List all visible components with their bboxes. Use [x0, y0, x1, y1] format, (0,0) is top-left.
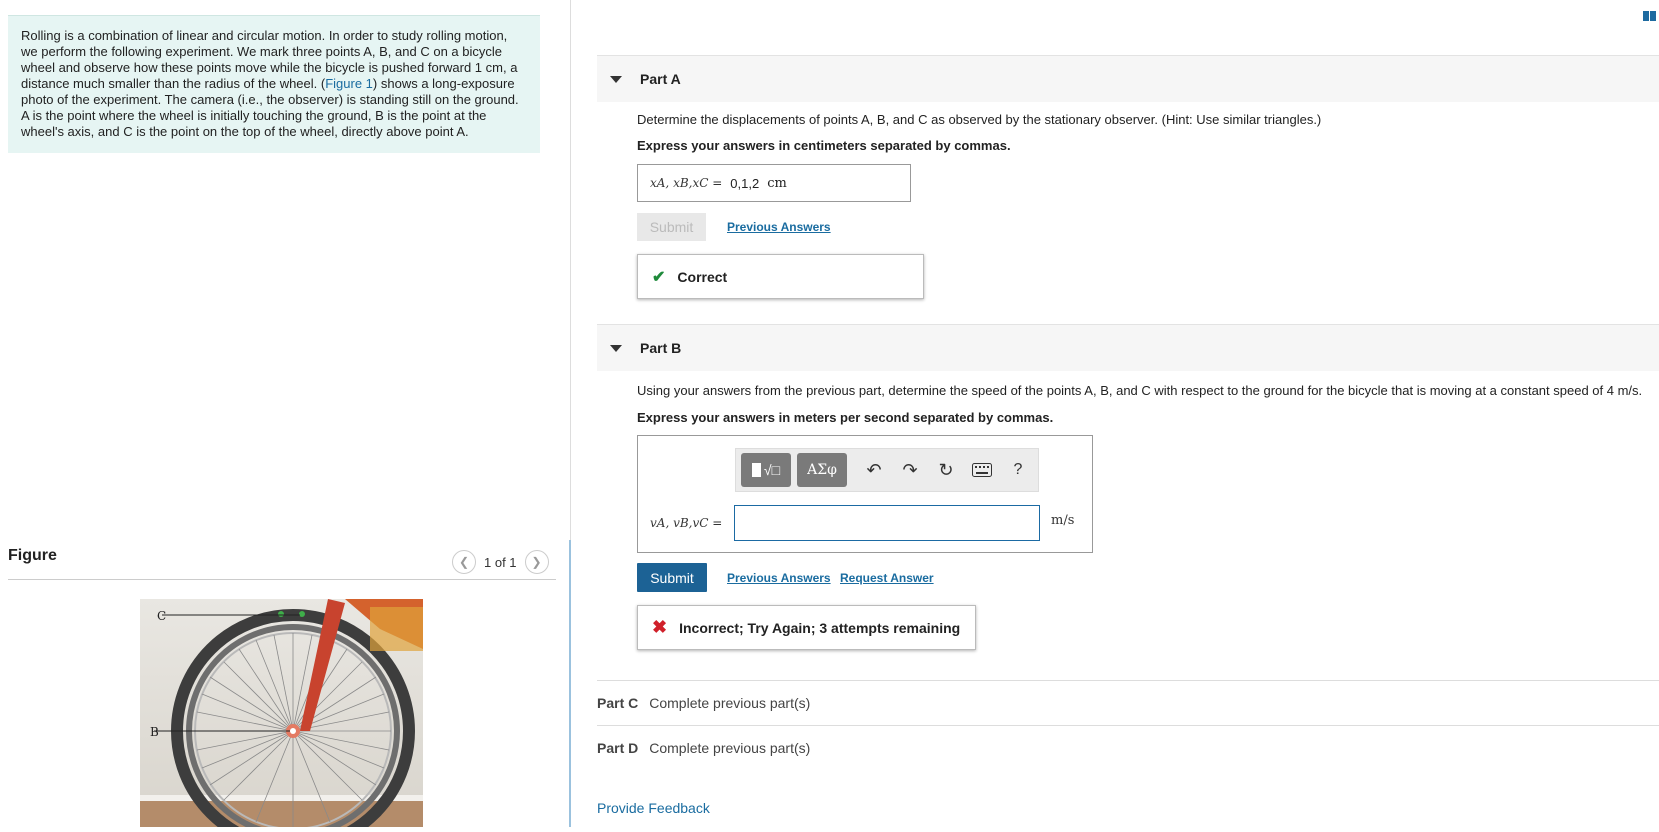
problem-pane: Rolling is a combination of linear and c… — [0, 0, 570, 832]
figure-page-indicator: 1 of 1 — [484, 554, 517, 570]
next-figure-button[interactable]: ❯ — [524, 550, 549, 574]
part-a-unit: cm — [767, 175, 787, 191]
book-icon[interactable] — [1643, 11, 1657, 21]
part-a-title: Part A — [640, 71, 681, 87]
templates-label: √□ — [763, 462, 781, 478]
figure-pager: ❮ 1 of 1 ❯ — [452, 550, 549, 574]
part-a-header[interactable]: Part A — [597, 55, 1659, 102]
part-b-unit: m/s — [1051, 513, 1075, 528]
redo-icon[interactable]: ↷ — [895, 453, 925, 487]
part-a-previous-answers-link[interactable]: Previous Answers — [727, 220, 831, 234]
part-a-feedback: ✔ Correct — [637, 254, 924, 299]
x-icon: ✖ — [652, 617, 668, 637]
part-c-label: Part C — [597, 695, 639, 711]
part-d-status: Complete previous part(s) — [649, 740, 811, 756]
part-d-label: Part D — [597, 740, 639, 756]
figure-link[interactable]: Figure 1 — [325, 76, 373, 91]
collapse-triangle-icon — [610, 344, 622, 352]
part-a-answer-lhs: xA, xB,xC = — [650, 176, 723, 190]
provide-feedback-link[interactable]: Provide Feedback — [597, 800, 710, 816]
templates-button[interactable]: √□ — [741, 453, 791, 487]
part-b-previous-answers-link[interactable]: Previous Answers — [727, 571, 831, 585]
collapse-triangle-icon — [610, 75, 622, 83]
part-a-answer-value: 0,1,2 — [730, 175, 760, 191]
part-d-row[interactable]: Part D Complete previous part(s) — [597, 725, 1659, 770]
part-a-answer-field: xA, xB,xC = 0,1,2 cm — [637, 164, 911, 202]
template-block-icon — [751, 463, 761, 477]
prev-figure-button[interactable]: ❮ — [452, 550, 476, 574]
part-c-row[interactable]: Part C Complete previous part(s) — [597, 680, 1659, 725]
point-b-label: B — [150, 725, 159, 739]
part-a-submit-button[interactable]: Submit — [637, 213, 706, 241]
figure-title: Figure — [8, 547, 57, 564]
help-button[interactable]: ? — [1003, 453, 1033, 487]
part-a-question: Determine the displacements of points A,… — [637, 112, 1322, 127]
problem-intro: Rolling is a combination of linear and c… — [8, 15, 540, 153]
part-c-status: Complete previous part(s) — [649, 695, 811, 711]
math-toolbar: √□ ΑΣφ ↶ ↷ ↻ ? — [735, 448, 1039, 492]
part-b-instruction: Express your answers in meters per secon… — [637, 410, 1054, 425]
pane-resize-handle[interactable] — [569, 540, 571, 827]
part-a-feedback-text: Correct — [677, 268, 728, 285]
part-b-header[interactable]: Part B — [597, 324, 1659, 371]
part-b-title: Part B — [640, 340, 682, 356]
reset-icon[interactable]: ↻ — [931, 453, 961, 487]
request-answer-link[interactable]: Request Answer — [840, 571, 934, 585]
part-a-instruction: Express your answers in centimeters sepa… — [637, 138, 1011, 153]
part-b-question: Using your answers from the previous par… — [637, 383, 1643, 398]
point-c-label: C — [157, 609, 167, 623]
wheel-photo — [140, 599, 423, 832]
check-icon: ✔ — [652, 268, 666, 286]
part-b-feedback: ✖ Incorrect; Try Again; 3 attempts remai… — [637, 605, 976, 650]
part-b-answer-lhs: vA, vB,vC = — [650, 516, 723, 530]
keyboard-icon[interactable] — [967, 453, 997, 487]
part-b-answer-editor: √□ ΑΣφ ↶ ↷ ↻ ? vA, vB,vC = m/s — [637, 435, 1093, 553]
undo-icon[interactable]: ↶ — [859, 453, 889, 487]
part-b-answer-input[interactable] — [734, 505, 1040, 541]
part-b-feedback-text: Incorrect; Try Again; 3 attempts remaini… — [679, 619, 961, 636]
part-b-submit-button[interactable]: Submit — [637, 563, 707, 592]
figure-divider — [8, 579, 556, 580]
greek-symbols-button[interactable]: ΑΣφ — [797, 453, 847, 487]
